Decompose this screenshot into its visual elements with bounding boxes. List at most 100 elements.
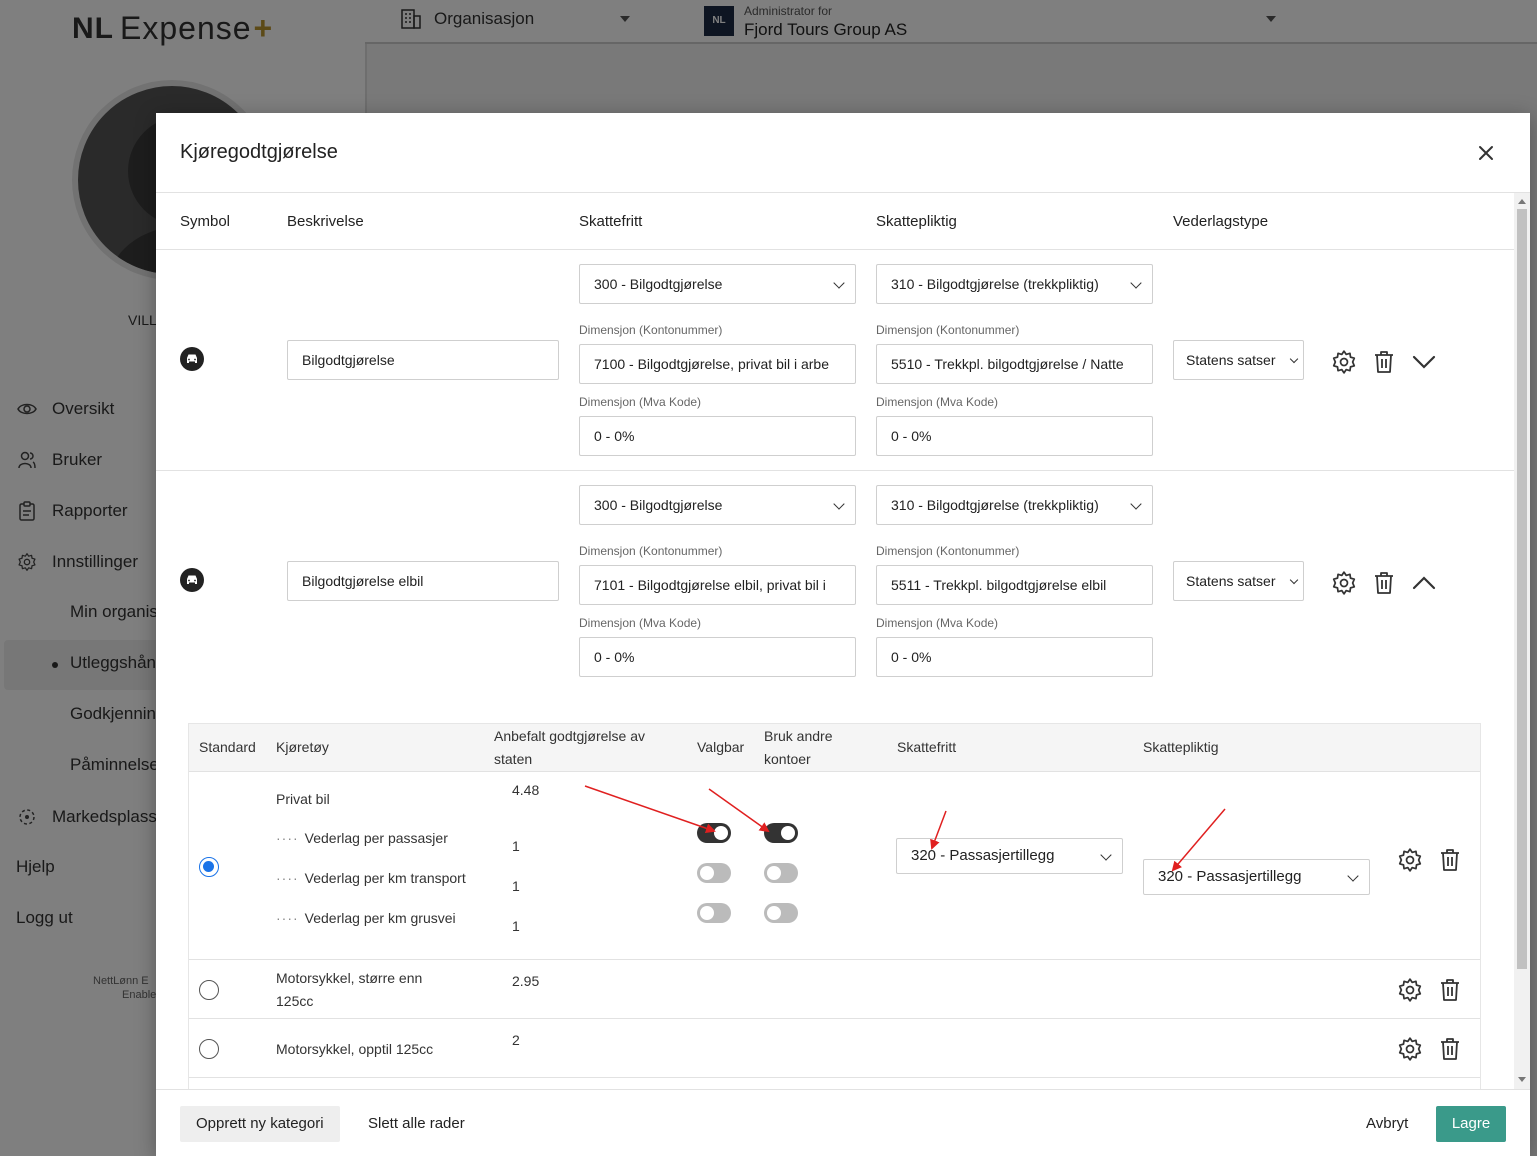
th-other-accounts-2: kontoer — [764, 751, 811, 767]
vehicle-table-header: Standard Kjøretøy Anbefalt godtgjørelse … — [189, 724, 1480, 772]
settings-gear-icon[interactable] — [1396, 1035, 1424, 1063]
chevron-down-icon[interactable] — [1410, 348, 1438, 376]
th-tax-free: Skattefritt — [897, 739, 957, 755]
description-input[interactable]: Bilgodtgjørelse elbil — [287, 561, 559, 601]
extra-passenger-label: Vederlag per passasjer — [304, 830, 448, 846]
car-icon — [180, 347, 204, 371]
passenger-taxable-value: 320 - Passasjertillegg — [1158, 868, 1302, 885]
trash-icon[interactable] — [1436, 846, 1464, 874]
chevron-down-icon — [1347, 870, 1359, 882]
tax-free-vat-input[interactable]: 0 - 0% — [579, 416, 856, 456]
dim-account-label: Dimensjon (Kontonummer) — [876, 544, 1020, 558]
rate-passenger: 1 — [512, 838, 520, 854]
th-standard: Standard — [199, 739, 256, 755]
dim-vat-label: Dimensjon (Mva Kode) — [579, 616, 702, 630]
rate-motorcycle-small: 2 — [512, 1032, 520, 1048]
rate-motorcycle-large: 2.95 — [512, 973, 540, 989]
taxable-select[interactable]: 310 - Bilgodtgjørelse (trekkpliktig) — [876, 485, 1153, 525]
create-category-button[interactable]: Opprett ny kategori — [180, 1106, 340, 1142]
selectable-toggle-gravel[interactable] — [697, 903, 731, 923]
dim-account-label: Dimensjon (Kontonummer) — [876, 323, 1020, 337]
taxable-select[interactable]: 310 - Bilgodtgjørelse (trekkpliktig) — [876, 264, 1153, 304]
tax-free-select[interactable]: 300 - Bilgodtgjørelse — [579, 264, 856, 304]
tax-free-select-value: 300 - Bilgodtgjørelse — [594, 497, 723, 513]
rate-gravel: 1 — [512, 918, 520, 934]
taxable-vat-input[interactable]: 0 - 0% — [876, 637, 1153, 677]
standard-radio-motorcycle-small[interactable] — [199, 1039, 219, 1059]
extra-passenger: ···· Vederlag per passasjer — [276, 827, 448, 850]
extra-transport-label: Vederlag per km transport — [304, 870, 466, 886]
passenger-tax-free-select[interactable]: 320 - Passasjertillegg — [896, 838, 1123, 874]
chevron-down-icon — [1130, 277, 1142, 289]
vehicle-row-divider — [189, 1077, 1480, 1078]
th-selectable: Valgbar — [697, 739, 745, 755]
description-input[interactable]: Bilgodtgjørelse — [287, 340, 559, 380]
trash-icon[interactable] — [1436, 1035, 1464, 1063]
passenger-tax-free-value: 320 - Passasjertillegg — [911, 847, 1055, 864]
compensation-type-select[interactable]: Statens satser — [1173, 561, 1304, 601]
dim-account-label: Dimensjon (Kontonummer) — [579, 544, 723, 558]
vehicle-private-car: Privat bil — [276, 791, 330, 807]
th-vehicle: Kjøretøy — [276, 739, 329, 755]
settings-gear-icon[interactable] — [1330, 569, 1358, 597]
other-accounts-toggle-gravel[interactable] — [764, 903, 798, 923]
scroll-down-icon[interactable] — [1518, 1077, 1526, 1082]
compensation-type-select[interactable]: Statens satser — [1173, 340, 1304, 380]
compensation-type-value: Statens satser — [1186, 573, 1276, 589]
col-compensation-type: Vederlagstype — [1173, 213, 1269, 230]
th-recommended-2: staten — [494, 751, 533, 767]
chevron-down-icon — [1289, 354, 1299, 364]
taxable-account-input[interactable]: 5510 - Trekkpl. bilgodtgjørelse / Natte — [876, 344, 1153, 384]
standard-radio-motorcycle-large[interactable] — [199, 980, 219, 1000]
chevron-up-icon[interactable] — [1410, 569, 1438, 597]
chevron-down-icon — [1130, 498, 1142, 510]
vehicle-row-divider — [189, 959, 1480, 960]
tax-free-vat-input[interactable]: 0 - 0% — [579, 637, 856, 677]
col-symbol: Symbol — [180, 213, 231, 230]
trash-icon[interactable] — [1370, 348, 1398, 376]
other-accounts-toggle-transport[interactable] — [764, 863, 798, 883]
selectable-toggle-transport[interactable] — [697, 863, 731, 883]
selectable-toggle-passenger[interactable] — [697, 823, 731, 843]
dim-vat-label: Dimensjon (Mva Kode) — [876, 616, 999, 630]
other-accounts-toggle-passenger[interactable] — [764, 823, 798, 843]
settings-gear-icon[interactable] — [1396, 846, 1424, 874]
scroll-thumb[interactable] — [1517, 209, 1527, 969]
standard-radio-private-car[interactable] — [199, 857, 219, 877]
trash-icon[interactable] — [1370, 569, 1398, 597]
th-taxable: Skattepliktig — [1143, 739, 1219, 755]
taxable-account-input[interactable]: 5511 - Trekkpl. bilgodtgjørelse elbil — [876, 565, 1153, 605]
extra-gravel: ···· Vederlag per km grusvei — [276, 907, 456, 930]
dim-account-label: Dimensjon (Kontonummer) — [579, 323, 723, 337]
th-recommended: Anbefalt godtgjørelse av — [494, 728, 645, 744]
vehicle-motorcycle-large: Motorsykkel, større enn — [276, 970, 423, 986]
taxable-select-value: 310 - Bilgodtgjørelse (trekkpliktig) — [891, 497, 1099, 513]
tax-free-account-input[interactable]: 7101 - Bilgodtgjørelse elbil, privat bil… — [579, 565, 856, 605]
dim-vat-label: Dimensjon (Mva Kode) — [579, 395, 702, 409]
modal-scrollbar[interactable] — [1514, 193, 1530, 1089]
modal-title: Kjøregodtgjørelse — [180, 141, 338, 163]
close-icon[interactable] — [1472, 139, 1500, 167]
vehicle-row-divider — [189, 1018, 1480, 1019]
settings-gear-icon[interactable] — [1330, 348, 1358, 376]
scroll-up-icon[interactable] — [1518, 199, 1526, 204]
rate-private-car: 4.48 — [512, 782, 540, 798]
tax-free-select[interactable]: 300 - Bilgodtgjørelse — [579, 485, 856, 525]
vehicle-motorcycle-small: Motorsykkel, opptil 125cc — [276, 1041, 434, 1057]
vehicle-table: Standard Kjøretøy Anbefalt godtgjørelse … — [188, 723, 1481, 1123]
delete-all-rows-button[interactable]: Slett alle rader — [368, 1106, 465, 1142]
chevron-down-icon — [1100, 849, 1112, 861]
trash-icon[interactable] — [1436, 976, 1464, 1004]
row-divider — [156, 470, 1514, 471]
tax-free-select-value: 300 - Bilgodtgjørelse — [594, 276, 723, 292]
col-taxable: Skattepliktig — [876, 213, 957, 230]
taxable-vat-input[interactable]: 0 - 0% — [876, 416, 1153, 456]
save-button[interactable]: Lagre — [1436, 1106, 1506, 1142]
taxable-select-value: 310 - Bilgodtgjørelse (trekkpliktig) — [891, 276, 1099, 292]
tax-free-account-input[interactable]: 7100 - Bilgodtgjørelse, privat bil i arb… — [579, 344, 856, 384]
cancel-button[interactable]: Avbryt — [1366, 1106, 1408, 1142]
modal-footer: Opprett ny kategori Slett alle rader Avb… — [156, 1089, 1530, 1156]
settings-gear-icon[interactable] — [1396, 976, 1424, 1004]
passenger-taxable-select[interactable]: 320 - Passasjertillegg — [1143, 859, 1370, 895]
indent-dots: ···· — [276, 830, 299, 846]
